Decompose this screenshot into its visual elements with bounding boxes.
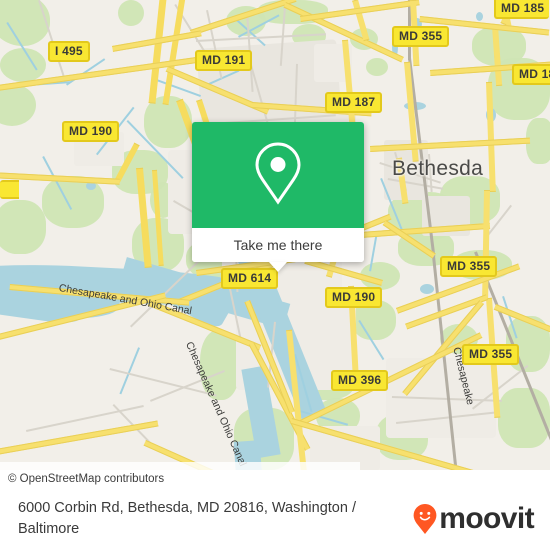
footer-bar: 6000 Corbin Rd, Bethesda, MD 20816, Wash… <box>0 488 550 550</box>
road-shield: MD 355 <box>462 344 520 365</box>
popup-pointer <box>269 262 287 272</box>
map-pin-icon <box>251 140 305 211</box>
park-area <box>118 0 144 26</box>
road-shield: MD 355 <box>440 256 498 277</box>
road-shield: MD 355 <box>392 26 450 47</box>
road-shield: MD 190 <box>325 287 383 308</box>
park-area <box>0 200 46 254</box>
road-shield: MD 185 <box>512 64 550 85</box>
osm-attribution[interactable]: © OpenStreetMap contributors <box>0 470 550 488</box>
moovit-smiling-pin-icon <box>413 504 437 534</box>
park-area <box>0 48 46 82</box>
location-popup[interactable]: Take me there <box>192 122 364 272</box>
take-me-there-button[interactable]: Take me there <box>192 228 364 262</box>
road-shield: MD 187 <box>325 92 383 113</box>
attribution-backdrop <box>0 462 360 470</box>
road-shield: MD 396 <box>331 370 389 391</box>
park-area <box>366 58 388 76</box>
road-shield: MD 185 <box>494 0 550 19</box>
city-label-bethesda: Bethesda <box>392 157 484 180</box>
road-shield: MD 191 <box>195 50 253 71</box>
road-shield: I 495 <box>48 41 90 62</box>
popup-image-area <box>192 122 364 228</box>
moovit-wordmark: moovit <box>439 502 534 535</box>
road-shield: MD 190 <box>62 121 120 142</box>
pond <box>476 12 483 21</box>
map-screenshot: Chesapeake and Ohio Canal Chesapeake and… <box>0 0 550 550</box>
road-shield <box>0 180 19 199</box>
address-title: 6000 Corbin Rd, Bethesda, MD 20816, Wash… <box>18 500 356 537</box>
moovit-brand[interactable]: moovit <box>413 504 550 534</box>
pond <box>420 284 434 294</box>
